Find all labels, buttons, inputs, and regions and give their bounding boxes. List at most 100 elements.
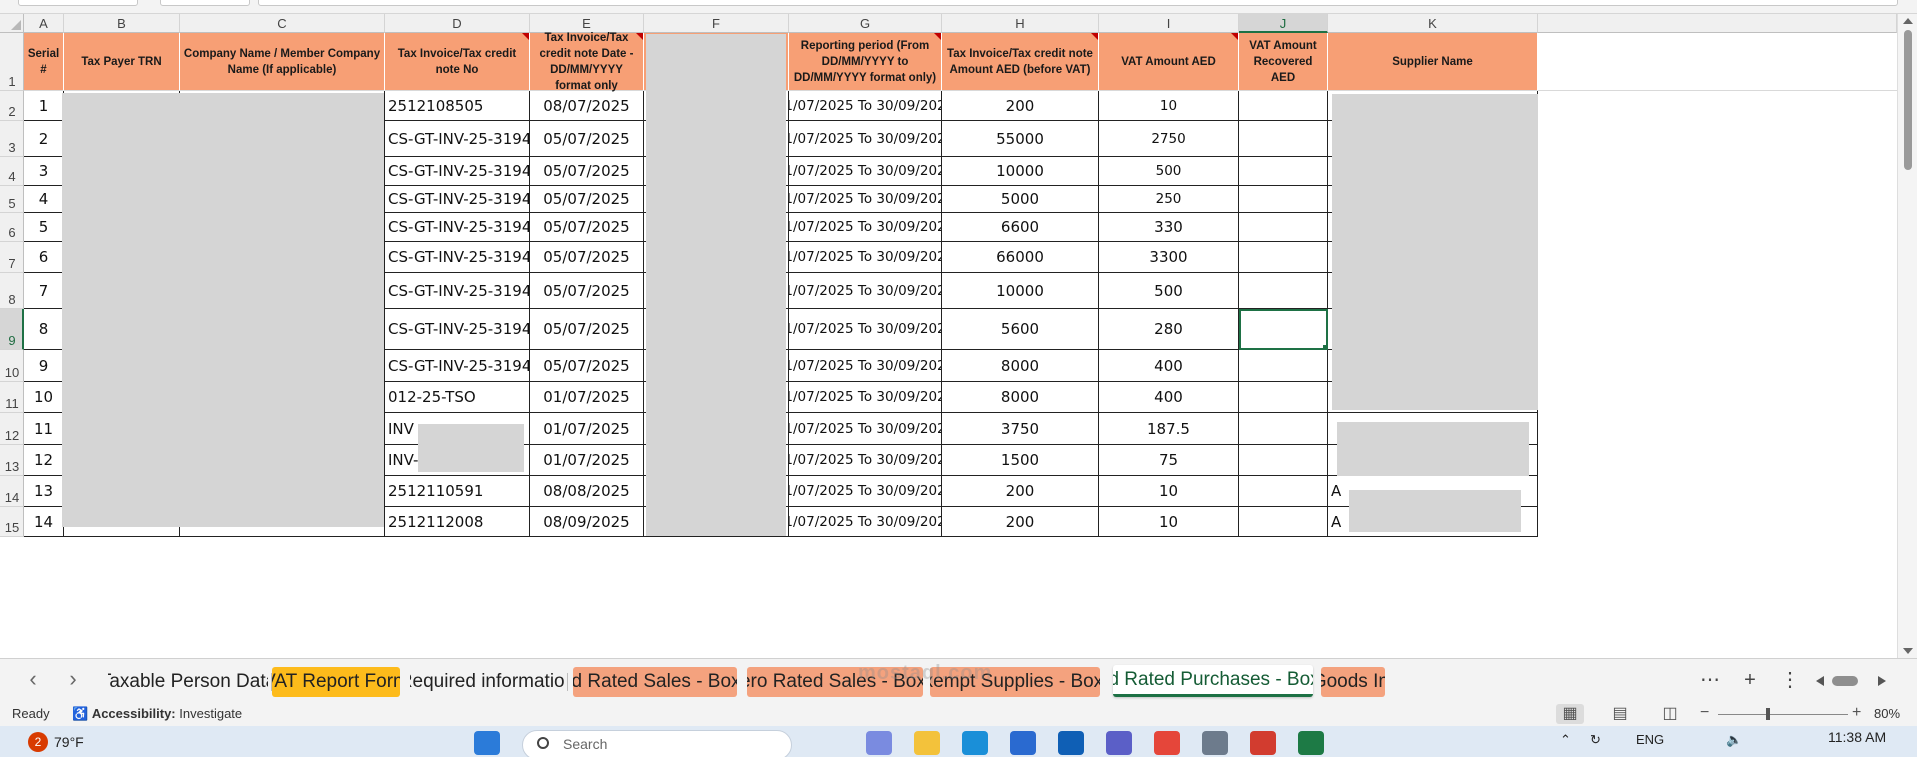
cell-h5[interactable]: 5000 bbox=[942, 186, 1099, 213]
row-header-7[interactable]: 7 bbox=[0, 242, 24, 273]
cell-e5[interactable]: 05/07/2025 bbox=[530, 186, 644, 213]
zoom-out-icon[interactable]: − bbox=[1700, 704, 1709, 722]
language-indicator[interactable]: ENG bbox=[1636, 732, 1664, 747]
column-header-i[interactable]: I bbox=[1099, 14, 1239, 33]
header-cell-g[interactable]: Reporting period (From DD/MM/YYYY to DD/… bbox=[789, 33, 942, 91]
cell-a14[interactable]: 13 bbox=[24, 476, 64, 507]
cell-j4[interactable] bbox=[1239, 157, 1328, 186]
row-header-9[interactable]: 9 bbox=[0, 309, 24, 350]
cell-g9[interactable]: 01/07/2025 To 30/09/2025 bbox=[789, 309, 942, 350]
cell-d15[interactable]: 2512112008 bbox=[385, 507, 530, 537]
cell-g13[interactable]: 01/07/2025 To 30/09/2025 bbox=[789, 445, 942, 476]
cell-h4[interactable]: 10000 bbox=[942, 157, 1099, 186]
header-cell-c[interactable]: Company Name / Member Company Name (If a… bbox=[180, 33, 385, 91]
cell-e3[interactable]: 05/07/2025 bbox=[530, 121, 644, 157]
scroll-left-icon[interactable] bbox=[1816, 676, 1824, 686]
cell-d4[interactable]: CS-GT-INV-25-3194 bbox=[385, 157, 530, 186]
cell-g3[interactable]: 01/07/2025 To 30/09/2025 bbox=[789, 121, 942, 157]
cell-a5[interactable]: 4 bbox=[24, 186, 64, 213]
column-header-h[interactable]: H bbox=[942, 14, 1099, 33]
kebab-icon[interactable]: ⋮ bbox=[1778, 669, 1802, 691]
zoom-slider-knob[interactable] bbox=[1766, 708, 1770, 720]
column-header-b[interactable]: B bbox=[64, 14, 180, 33]
header-cell-e[interactable]: Tax Invoice/Tax credit note Date - DD/MM… bbox=[530, 32, 644, 92]
row-header-15[interactable]: 15 bbox=[0, 507, 24, 537]
cell-a4[interactable]: 3 bbox=[24, 157, 64, 186]
cell-d9[interactable]: CS-GT-INV-25-3194 bbox=[385, 309, 530, 350]
store-icon[interactable] bbox=[1010, 731, 1036, 755]
vertical-scrollbar[interactable] bbox=[1897, 14, 1917, 658]
cell-g5[interactable]: 01/07/2025 To 30/09/2025 bbox=[789, 186, 942, 213]
cell-g15[interactable]: 01/07/2025 To 30/09/2025 bbox=[789, 507, 942, 537]
scroll-thumb[interactable] bbox=[1904, 30, 1912, 170]
zoom-level[interactable]: 80% bbox=[1874, 706, 1900, 721]
name-box[interactable] bbox=[18, 0, 138, 6]
cell-i5[interactable]: 250 bbox=[1099, 186, 1239, 213]
cell-h7[interactable]: 66000 bbox=[942, 242, 1099, 273]
cell-g14[interactable]: 01/07/2025 To 30/09/2025 bbox=[789, 476, 942, 507]
cell-e8[interactable]: 05/07/2025 bbox=[530, 273, 644, 309]
cell-i4[interactable]: 500 bbox=[1099, 157, 1239, 186]
cell-d6[interactable]: CS-GT-INV-25-3194 bbox=[385, 213, 530, 242]
header-cell-i[interactable]: VAT Amount AED bbox=[1099, 33, 1239, 91]
cell-a9[interactable]: 8 bbox=[24, 309, 64, 350]
cell-j13[interactable] bbox=[1239, 445, 1328, 476]
cell-h8[interactable]: 10000 bbox=[942, 273, 1099, 309]
cell-a13[interactable]: 12 bbox=[24, 445, 64, 476]
cell-j6[interactable] bbox=[1239, 213, 1328, 242]
cell-h6[interactable]: 6600 bbox=[942, 213, 1099, 242]
cell-e15[interactable]: 08/09/2025 bbox=[530, 507, 644, 537]
row-header-4[interactable]: 4 bbox=[0, 157, 24, 186]
cell-j11[interactable] bbox=[1239, 382, 1328, 413]
cell-e6[interactable]: 05/07/2025 bbox=[530, 213, 644, 242]
column-header-f[interactable]: F bbox=[644, 14, 789, 33]
cell-j15[interactable] bbox=[1239, 507, 1328, 537]
row-header-14[interactable]: 14 bbox=[0, 476, 24, 507]
cell-g4[interactable]: 01/07/2025 To 30/09/2025 bbox=[789, 157, 942, 186]
cell-a12[interactable]: 11 bbox=[24, 413, 64, 445]
cell-h14[interactable]: 200 bbox=[942, 476, 1099, 507]
cell-i14[interactable]: 10 bbox=[1099, 476, 1239, 507]
tab-std-rated-sales-box-1[interactable]: Std Rated Sales - Box 1 bbox=[573, 667, 737, 697]
cell-g2[interactable]: 01/07/2025 To 30/09/2025 bbox=[789, 91, 942, 121]
cell-g8[interactable]: 01/07/2025 To 30/09/2025 bbox=[789, 273, 942, 309]
cell-e9[interactable]: 05/07/2025 bbox=[530, 309, 644, 350]
cell-e7[interactable]: 05/07/2025 bbox=[530, 242, 644, 273]
cell-j10[interactable] bbox=[1239, 350, 1328, 382]
cell-i2[interactable]: 10 bbox=[1099, 91, 1239, 121]
row-header-5[interactable]: 5 bbox=[0, 186, 24, 213]
ellipsis-icon[interactable]: ⋯ bbox=[1698, 669, 1722, 691]
row-header-10[interactable]: 10 bbox=[0, 350, 24, 382]
cell-h11[interactable]: 8000 bbox=[942, 382, 1099, 413]
select-all-corner[interactable] bbox=[0, 14, 24, 33]
cell-a11[interactable]: 10 bbox=[24, 382, 64, 413]
volume-icon[interactable]: 🔈 bbox=[1726, 732, 1742, 748]
weather-widget[interactable]: 2 79°F bbox=[28, 732, 84, 752]
cell-j2[interactable] bbox=[1239, 91, 1328, 121]
cell-h9[interactable]: 5600 bbox=[942, 309, 1099, 350]
cell-h2[interactable]: 200 bbox=[942, 91, 1099, 121]
cell-e4[interactable]: 05/07/2025 bbox=[530, 157, 644, 186]
cell-h15[interactable]: 200 bbox=[942, 507, 1099, 537]
cell-g10[interactable]: 01/07/2025 To 30/09/2025 bbox=[789, 350, 942, 382]
chevron-left-icon[interactable]: ‹ bbox=[22, 667, 44, 693]
header-cell-j[interactable]: VAT Amount Recovered AED bbox=[1239, 33, 1328, 91]
column-header-blank[interactable] bbox=[1538, 14, 1897, 33]
cell-i9[interactable]: 280 bbox=[1099, 309, 1239, 350]
copilot-icon[interactable] bbox=[866, 731, 892, 755]
tab-taxable-person-data[interactable]: Taxable Person Data bbox=[108, 667, 268, 697]
cell-g7[interactable]: 01/07/2025 To 30/09/2025 bbox=[789, 242, 942, 273]
cell-j12[interactable] bbox=[1239, 413, 1328, 445]
cell-g11[interactable]: 01/07/2025 To 30/09/2025 bbox=[789, 382, 942, 413]
cell-i6[interactable]: 330 bbox=[1099, 213, 1239, 242]
page-break-icon[interactable]: ◫ bbox=[1656, 704, 1684, 724]
tab-goods-im[interactable]: Goods Im bbox=[1321, 667, 1385, 697]
cell-d2[interactable]: 2512108505 bbox=[385, 91, 530, 121]
windows-start-icon[interactable] bbox=[474, 731, 500, 755]
cell-e13[interactable]: 01/07/2025 bbox=[530, 445, 644, 476]
hscroll-thumb[interactable] bbox=[1832, 676, 1858, 686]
scroll-up-icon[interactable] bbox=[1903, 18, 1913, 24]
chevron-right-icon[interactable]: › bbox=[62, 667, 84, 693]
teams-icon[interactable] bbox=[1106, 731, 1132, 755]
file-explorer-icon[interactable] bbox=[914, 731, 940, 755]
